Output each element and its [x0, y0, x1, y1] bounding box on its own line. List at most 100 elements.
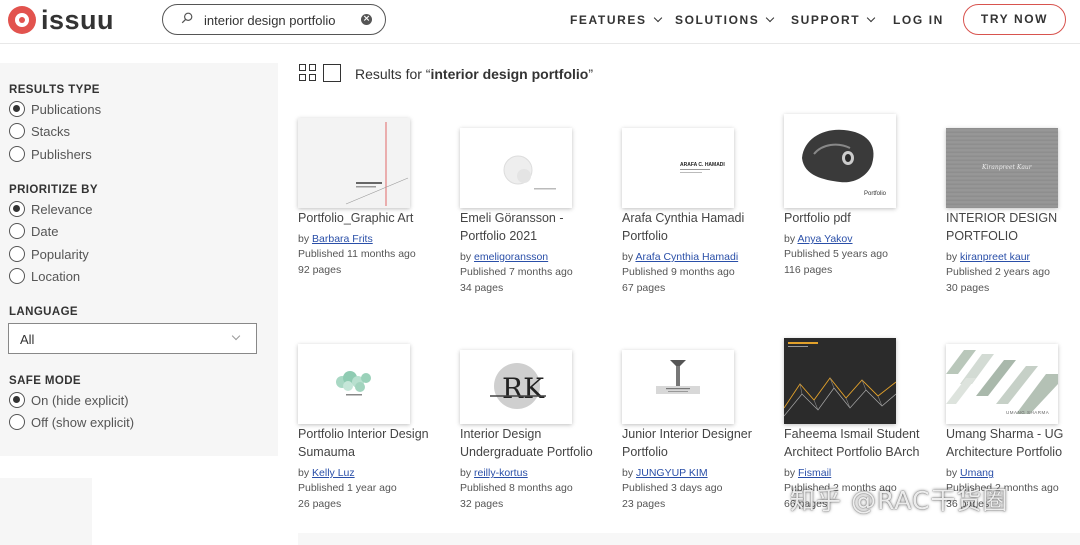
cover-title: ARAFA C. HAMADI — [680, 162, 725, 168]
search-input[interactable]: interior design portfolio — [204, 13, 336, 28]
nav-login[interactable]: LOG IN — [893, 13, 944, 27]
radio-unchecked-icon[interactable] — [9, 268, 25, 284]
author-link[interactable]: JUNGYUP KIM — [636, 467, 708, 479]
author-link[interactable]: emeligoransson — [474, 251, 548, 263]
svg-text:RK: RK — [502, 372, 545, 405]
publication-meta: Published 2 years ago 30 pages — [946, 265, 1050, 296]
published-date: Published 2 years ago — [946, 266, 1050, 278]
radio-label: Location — [31, 268, 81, 284]
radio-location[interactable]: Location — [9, 267, 80, 285]
radio-label: Off (show explicit) — [31, 414, 135, 430]
author-link[interactable]: Umang — [960, 467, 994, 479]
publication-title[interactable]: Emeli Göransson - Portfolio 2021 — [460, 209, 612, 245]
list-view-icon[interactable] — [323, 64, 341, 82]
publication-title[interactable]: Portfolio Interior Design Sumauma — [298, 425, 450, 461]
publication-cover[interactable] — [784, 338, 896, 424]
cover-art — [784, 342, 896, 417]
radio-label: On (hide explicit) — [31, 392, 129, 408]
publication-title[interactable]: Junior Interior Designer Portfolio — [622, 425, 774, 461]
radio-unchecked-icon[interactable] — [9, 414, 25, 430]
cover-art — [336, 371, 371, 396]
cover-title: Kiranpreet Kaur — [982, 164, 1032, 171]
page-count: 92 pages — [298, 263, 342, 276]
nav-support[interactable]: SUPPORT — [791, 13, 876, 27]
author-link[interactable]: reilly-kortus — [474, 467, 528, 479]
nav-features-label: FEATURES — [570, 13, 647, 27]
radio-label: Stacks — [31, 123, 71, 139]
radio-label: Publishers — [31, 146, 92, 162]
language-select[interactable]: All — [8, 323, 257, 354]
publication-author: by Arafa Cynthia Hamadi — [622, 251, 739, 263]
radio-relevance[interactable]: Relevance — [9, 200, 92, 218]
radio-label: Popularity — [31, 246, 89, 262]
publication-meta: Published 7 months ago 34 pages — [460, 265, 573, 296]
page-count: 34 pages — [460, 281, 504, 294]
radio-date[interactable]: Date — [9, 222, 58, 240]
language-select-value: All — [20, 332, 35, 347]
page-count: 26 pages — [298, 497, 342, 510]
radio-checked-icon[interactable] — [9, 392, 25, 408]
radio-safe-off[interactable]: Off (show explicit) — [9, 413, 134, 431]
publication-title[interactable]: Umang Sharma - UG Architecture Portfolio — [946, 425, 1080, 461]
radio-label: Date — [31, 223, 59, 239]
published-date: Published 8 months ago — [460, 482, 573, 494]
publication-cover[interactable] — [298, 344, 410, 424]
publication-cover[interactable]: UMANG SHARMA — [946, 344, 1058, 424]
radio-checked-icon[interactable] — [9, 201, 25, 217]
author-link[interactable]: kiranpreet kaur — [960, 251, 1030, 263]
publication-cover[interactable]: RK — [460, 350, 572, 424]
publication-title[interactable]: Interior Design Undergraduate Portfolio — [460, 425, 612, 461]
nav-login-label: LOG IN — [893, 13, 944, 27]
radio-unchecked-icon[interactable] — [9, 223, 25, 239]
radio-unchecked-icon[interactable] — [9, 146, 25, 162]
publication-title[interactable]: Faheema Ismail Student Architect Portfol… — [784, 425, 936, 461]
try-now-button[interactable]: TRY NOW — [963, 4, 1066, 35]
nav-features[interactable]: FEATURES — [570, 13, 662, 27]
publication-cover[interactable]: Kiranpreet Kaur — [946, 128, 1058, 208]
radio-label: Relevance — [31, 201, 93, 217]
page-count: 32 pages — [460, 497, 504, 510]
publication-title[interactable]: INTERIOR DESIGN PORTFOLIO — [946, 209, 1080, 245]
publication-title[interactable]: Portfolio pdf — [784, 209, 936, 227]
logo-text: issuu — [41, 5, 115, 35]
publication-cover[interactable]: Portfolio — [784, 114, 896, 208]
author-link[interactable]: Arafa Cynthia Hamadi — [635, 251, 738, 263]
publication-meta: Published 9 months ago 67 pages — [622, 265, 735, 296]
radio-stacks[interactable]: Stacks — [9, 122, 70, 140]
radio-unchecked-icon[interactable] — [9, 123, 25, 139]
published-date: Published 9 months ago — [622, 266, 735, 278]
publication-cover[interactable] — [622, 350, 734, 424]
prioritize-by-title: PRIORITIZE BY — [9, 184, 98, 196]
radio-popularity[interactable]: Popularity — [9, 245, 89, 263]
author-link[interactable]: Fismail — [798, 467, 831, 479]
cover-art — [503, 155, 556, 190]
clear-search-icon[interactable]: × — [361, 14, 372, 25]
author-link[interactable]: Kelly Luz — [312, 467, 355, 479]
radio-publishers[interactable]: Publishers — [9, 145, 92, 163]
publication-cover[interactable] — [298, 118, 410, 208]
results-query: interior design portfolio — [430, 66, 589, 82]
publication-meta: Published 11 months ago 92 pages — [298, 247, 416, 278]
issuu-logo-icon — [8, 6, 36, 34]
results-suffix: ” — [588, 66, 594, 82]
publication-title[interactable]: Arafa Cynthia Hamadi Portfolio — [622, 209, 774, 245]
publication-author: by reilly-kortus — [460, 467, 528, 479]
issuu-logo[interactable]: issuu — [8, 6, 114, 34]
author-link[interactable]: Anya Yakov — [797, 233, 852, 245]
radio-label: Publications — [31, 101, 102, 117]
publication-cover[interactable]: ARAFA C. HAMADI — [622, 128, 734, 208]
nav-solutions-label: SOLUTIONS — [675, 13, 760, 27]
publication-title[interactable]: Portfolio_Graphic Art — [298, 209, 450, 227]
radio-checked-icon[interactable] — [9, 101, 25, 117]
nav-solutions[interactable]: SOLUTIONS — [675, 13, 775, 27]
publication-cover[interactable] — [460, 128, 572, 208]
published-date: Published 5 years ago — [784, 248, 888, 260]
publication-meta: Published 1 year ago 26 pages — [298, 481, 397, 512]
author-link[interactable]: Barbara Frits — [312, 233, 373, 245]
radio-safe-on[interactable]: On (hide explicit) — [9, 391, 129, 409]
search-box[interactable]: interior design portfolio × — [162, 4, 386, 35]
radio-publications[interactable]: Publications — [9, 100, 101, 118]
next-row-edge — [298, 533, 1080, 545]
grid-view-icon[interactable] — [299, 64, 317, 82]
radio-unchecked-icon[interactable] — [9, 246, 25, 262]
